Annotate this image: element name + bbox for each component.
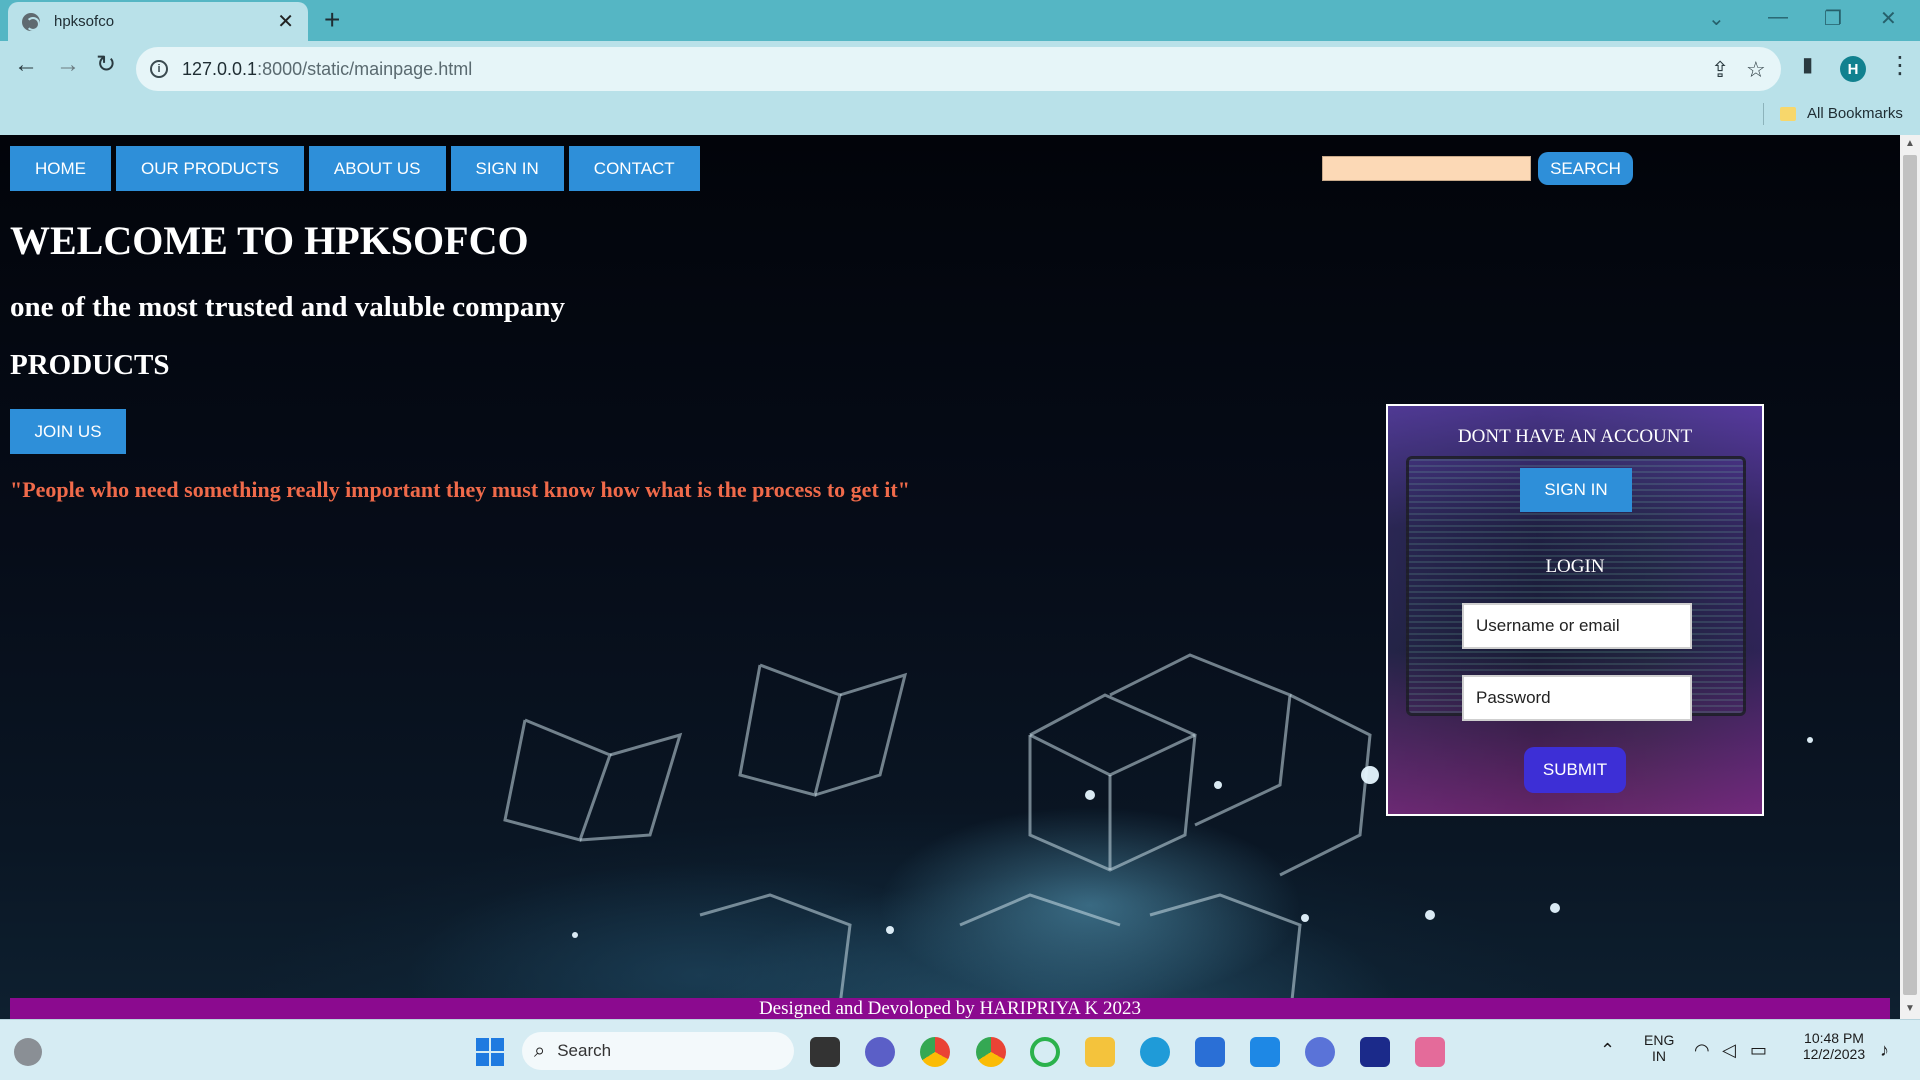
search-input[interactable] <box>1322 156 1531 181</box>
profile-avatar[interactable]: H <box>1840 56 1866 82</box>
nav-about-us[interactable]: ABOUT US <box>308 146 446 191</box>
quote-text: "People who need something really import… <box>10 477 910 502</box>
minimize-icon[interactable]: — <box>1768 6 1788 29</box>
store-icon[interactable] <box>1195 1037 1225 1067</box>
battery-icon[interactable]: ▭ <box>1750 1040 1767 1061</box>
taskbar-search[interactable]: ⌕ Search <box>522 1032 794 1070</box>
start-button-icon[interactable] <box>476 1038 504 1066</box>
l-app-icon[interactable] <box>1360 1037 1390 1067</box>
submit-button[interactable]: SUBMIT <box>1524 747 1626 793</box>
bookmarks-divider <box>1763 103 1764 125</box>
weather-widget-icon[interactable] <box>14 1038 42 1066</box>
taskbar-search-label: Search <box>557 1041 612 1060</box>
scroll-thumb[interactable] <box>1903 155 1917 995</box>
join-us-button[interactable]: JOIN US <box>10 409 126 454</box>
app-icon[interactable] <box>1305 1037 1335 1067</box>
page-title: WELCOME TO HPKSOFCO <box>10 218 529 263</box>
close-tab-icon[interactable]: ✕ <box>277 12 294 32</box>
site-info-icon[interactable]: i <box>150 60 168 78</box>
password-field[interactable]: Password <box>1462 675 1692 721</box>
browser-toolbar: ← → ↻ i 127.0.0.1:8000/static/mainpage.h… <box>0 41 1920 97</box>
search-button[interactable]: SEARCH <box>1538 152 1633 185</box>
language-indicator[interactable]: ENG IN <box>1644 1032 1674 1064</box>
url-text: 127.0.0.1:8000/static/mainpage.html <box>182 58 473 79</box>
snipping-tool-icon[interactable] <box>1415 1037 1445 1067</box>
window-close-icon[interactable]: ✕ <box>1880 6 1897 31</box>
browser-tab-strip: hpksofco ✕ + ⌄ — ❐ ✕ <box>0 0 1920 41</box>
address-bar[interactable]: i 127.0.0.1:8000/static/mainpage.html ⇪ … <box>136 47 1781 91</box>
side-panel-icon[interactable]: ▮ <box>1802 55 1813 75</box>
reload-icon[interactable]: ↻ <box>96 53 116 77</box>
nav-sign-in[interactable]: SIGN IN <box>450 146 564 191</box>
bookmarks-bar: All Bookmarks <box>0 97 1920 135</box>
wifi-icon[interactable]: ◠ <box>1694 1040 1710 1061</box>
scroll-down-arrow-icon[interactable]: ▼ <box>1905 1003 1915 1014</box>
windows-taskbar: ⌕ Search ⌃ ENG IN ◠ ◁ ▭ 10:48 PM 12/2/20… <box>0 1019 1920 1080</box>
all-bookmarks-link[interactable]: All Bookmarks <box>1807 105 1903 122</box>
nav-our-products[interactable]: OUR PRODUCTS <box>116 146 304 191</box>
nav-contact[interactable]: CONTACT <box>568 146 700 191</box>
tagline: one of the most trusted and valuble comp… <box>10 291 566 323</box>
search-icon: ⌕ <box>534 1039 546 1062</box>
no-account-heading: DONT HAVE AN ACCOUNT <box>1457 426 1693 447</box>
username-field[interactable]: Username or email <box>1462 603 1692 649</box>
notification-bell-icon[interactable]: ♪ <box>1880 1040 1889 1061</box>
browser-menu-icon[interactable]: ⋮ <box>1888 51 1912 80</box>
task-view-icon[interactable] <box>810 1037 840 1067</box>
share-icon[interactable]: ⇪ <box>1711 57 1729 83</box>
refresh-app-icon[interactable] <box>1030 1037 1060 1067</box>
page-footer: Designed and Devoloped by HARIPRIYA K 20… <box>10 998 1890 1019</box>
chrome-icon[interactable] <box>920 1037 950 1067</box>
tab-title: hpksofco <box>54 13 115 30</box>
main-nav: HOME OUR PRODUCTS ABOUT US SIGN IN CONTA… <box>10 146 700 191</box>
edge-icon[interactable] <box>1140 1037 1170 1067</box>
products-heading: PRODUCTS <box>10 349 170 381</box>
chevron-up-icon[interactable]: ⌃ <box>1600 1040 1615 1061</box>
login-heading: LOGIN <box>1545 556 1605 577</box>
restore-icon[interactable]: ❐ <box>1824 6 1842 31</box>
globe-icon <box>22 12 40 31</box>
tab-search-chevron-icon[interactable]: ⌄ <box>1708 6 1725 31</box>
nav-home[interactable]: HOME <box>10 146 111 191</box>
chrome-profile-icon[interactable] <box>976 1037 1006 1067</box>
teams-icon[interactable] <box>865 1037 895 1067</box>
clock[interactable]: 10:48 PM 12/2/2023 <box>1792 1030 1876 1062</box>
panel-sign-in-button[interactable]: SIGN IN <box>1520 468 1632 512</box>
forward-arrow-icon[interactable]: → <box>56 53 80 77</box>
vscode-icon[interactable] <box>1250 1037 1280 1067</box>
new-tab-button[interactable]: + <box>324 6 340 34</box>
page-scrollbar[interactable]: ▲ ▼ <box>1900 135 1920 1019</box>
folder-icon <box>1780 107 1796 121</box>
bookmark-star-icon[interactable]: ☆ <box>1746 57 1766 83</box>
file-explorer-icon[interactable] <box>1085 1037 1115 1067</box>
back-arrow-icon[interactable]: ← <box>14 53 38 77</box>
login-panel: DONT HAVE AN ACCOUNT SIGN IN LOGIN Usern… <box>1386 404 1764 816</box>
browser-tab-active[interactable]: hpksofco ✕ <box>8 2 308 41</box>
page-viewport: HOME OUR PRODUCTS ABOUT US SIGN IN CONTA… <box>0 135 1900 1019</box>
scroll-up-arrow-icon[interactable]: ▲ <box>1905 138 1915 149</box>
speaker-icon[interactable]: ◁ <box>1722 1040 1736 1061</box>
